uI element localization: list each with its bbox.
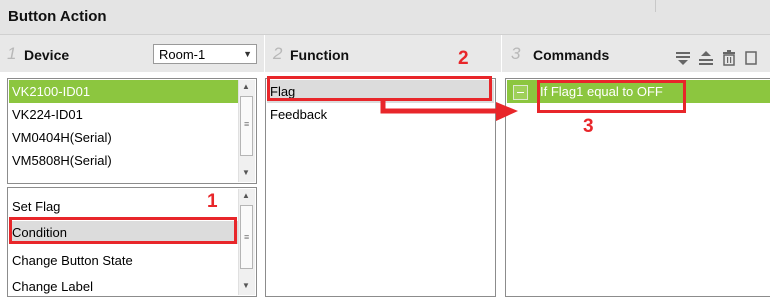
annotation-arrow <box>380 101 518 121</box>
annotation-number-3: 3 <box>583 116 594 137</box>
annotation-number-2: 2 <box>458 48 469 69</box>
annotation-number-1: 1 <box>207 191 218 212</box>
